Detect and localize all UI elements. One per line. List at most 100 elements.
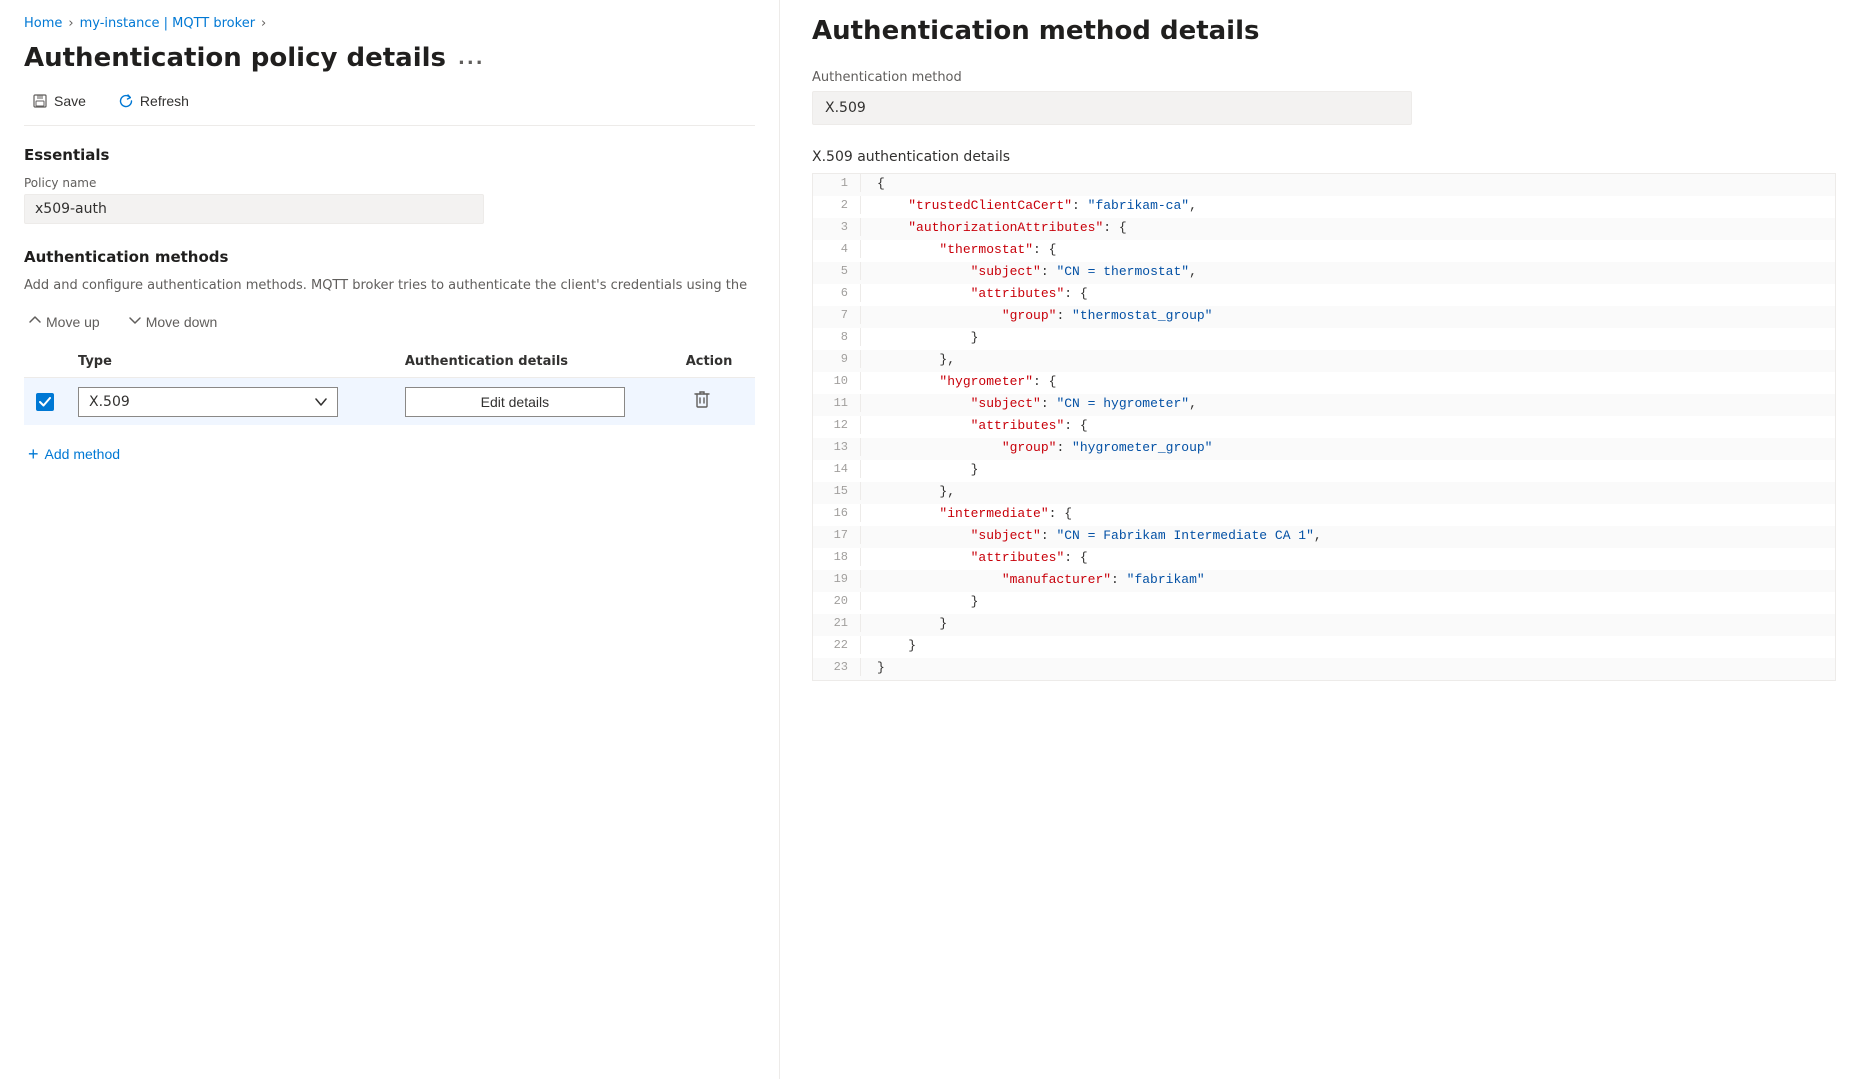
- code-section-title: X.509 authentication details: [812, 149, 1836, 165]
- line-content: "intermediate": {: [877, 504, 1072, 523]
- line-content: "manufacturer": "fabrikam": [877, 570, 1205, 589]
- save-label: Save: [54, 93, 86, 109]
- chevron-down-icon: [315, 394, 327, 410]
- type-dropdown[interactable]: X.509: [78, 387, 338, 417]
- add-method-label: Add method: [45, 446, 121, 462]
- code-line: 4 "thermostat": {: [813, 240, 1835, 262]
- line-number: 14: [813, 460, 861, 478]
- code-line: 13 "group": "hygrometer_group": [813, 438, 1835, 460]
- table-row: X.509 Edit details: [24, 378, 755, 426]
- line-content: "group": "hygrometer_group": [877, 438, 1212, 457]
- refresh-button[interactable]: Refresh: [110, 89, 197, 113]
- auth-methods-description: Add and configure authentication methods…: [24, 278, 755, 293]
- line-number: 21: [813, 614, 861, 632]
- move-toolbar: Move up Move down: [24, 309, 755, 334]
- breadcrumb: Home › my-instance | MQTT broker ›: [24, 16, 755, 31]
- refresh-label: Refresh: [140, 93, 189, 109]
- line-number: 6: [813, 284, 861, 302]
- edit-details-button[interactable]: Edit details: [405, 387, 625, 417]
- row-type-cell: X.509: [66, 378, 393, 426]
- move-down-button[interactable]: Move down: [124, 309, 222, 334]
- code-line: 10 "hygrometer": {: [813, 372, 1835, 394]
- line-content: "attributes": {: [877, 284, 1088, 303]
- auth-method-value: X.509: [812, 91, 1412, 125]
- line-number: 18: [813, 548, 861, 566]
- refresh-icon: [118, 93, 134, 109]
- col-type-header: Type: [66, 346, 393, 378]
- left-panel: Home › my-instance | MQTT broker › Authe…: [0, 0, 780, 1079]
- right-panel-title: Authentication method details: [812, 16, 1836, 46]
- line-number: 5: [813, 262, 861, 280]
- auth-methods-section: Authentication methods Add and configure…: [24, 248, 755, 467]
- code-line: 6 "attributes": {: [813, 284, 1835, 306]
- line-number: 8: [813, 328, 861, 346]
- line-content: }: [877, 636, 916, 655]
- code-line: 18 "attributes": {: [813, 548, 1835, 570]
- code-line: 12 "attributes": {: [813, 416, 1835, 438]
- move-up-button[interactable]: Move up: [24, 309, 104, 334]
- line-content: },: [877, 350, 955, 369]
- line-number: 20: [813, 592, 861, 610]
- line-content: "trustedClientCaCert": "fabrikam-ca",: [877, 196, 1197, 215]
- policy-name-value: x509-auth: [24, 194, 484, 224]
- breadcrumb-home[interactable]: Home: [24, 16, 62, 31]
- line-number: 15: [813, 482, 861, 500]
- line-number: 3: [813, 218, 861, 236]
- line-content: }: [877, 658, 885, 677]
- line-number: 17: [813, 526, 861, 544]
- line-number: 16: [813, 504, 861, 522]
- line-content: "attributes": {: [877, 548, 1088, 567]
- add-icon: +: [28, 445, 39, 463]
- line-number: 1: [813, 174, 861, 192]
- line-number: 2: [813, 196, 861, 214]
- col-action-header: Action: [674, 346, 755, 378]
- line-content: }: [877, 592, 978, 611]
- line-content: }: [877, 328, 978, 347]
- page-title-menu[interactable]: ...: [458, 48, 485, 69]
- page-title-container: Authentication policy details ...: [24, 43, 755, 73]
- line-number: 10: [813, 372, 861, 390]
- row-checkbox-cell[interactable]: [24, 378, 66, 426]
- col-checkbox: [24, 346, 66, 378]
- code-line: 22 }: [813, 636, 1835, 658]
- line-content: "thermostat": {: [877, 240, 1056, 259]
- save-icon: [32, 93, 48, 109]
- row-checkbox[interactable]: [36, 393, 54, 411]
- line-content: "subject": "CN = Fabrikam Intermediate C…: [877, 526, 1322, 545]
- code-line: 14 }: [813, 460, 1835, 482]
- line-content: "attributes": {: [877, 416, 1088, 435]
- breadcrumb-sep-2: ›: [261, 16, 266, 31]
- breadcrumb-instance[interactable]: my-instance | MQTT broker: [80, 16, 255, 31]
- line-content: {: [877, 174, 885, 193]
- row-auth-details-cell: Edit details: [393, 378, 674, 426]
- page-title: Authentication policy details: [24, 43, 446, 73]
- delete-row-button[interactable]: [686, 386, 718, 417]
- line-number: 12: [813, 416, 861, 434]
- line-number: 4: [813, 240, 861, 258]
- line-content: "subject": "CN = hygrometer",: [877, 394, 1197, 413]
- auth-methods-title: Authentication methods: [24, 248, 755, 266]
- move-up-icon: [28, 313, 42, 330]
- save-button[interactable]: Save: [24, 89, 94, 113]
- code-line: 21 }: [813, 614, 1835, 636]
- policy-name-label: Policy name: [24, 176, 755, 190]
- code-line: 2 "trustedClientCaCert": "fabrikam-ca",: [813, 196, 1835, 218]
- code-line: 15 },: [813, 482, 1835, 504]
- line-number: 9: [813, 350, 861, 368]
- right-panel: Authentication method details Authentica…: [780, 0, 1868, 1079]
- line-number: 22: [813, 636, 861, 654]
- line-content: },: [877, 482, 955, 501]
- line-content: }: [877, 460, 978, 479]
- line-content: "subject": "CN = thermostat",: [877, 262, 1197, 281]
- code-line: 1{: [813, 174, 1835, 196]
- code-line: 17 "subject": "CN = Fabrikam Intermediat…: [813, 526, 1835, 548]
- code-line: 11 "subject": "CN = hygrometer",: [813, 394, 1835, 416]
- code-line: 23}: [813, 658, 1835, 680]
- code-line: 7 "group": "thermostat_group": [813, 306, 1835, 328]
- code-line: 19 "manufacturer": "fabrikam": [813, 570, 1835, 592]
- add-method-button[interactable]: + Add method: [24, 441, 124, 467]
- move-up-label: Move up: [46, 314, 100, 330]
- row-action-cell: [674, 378, 755, 426]
- essentials-section: Essentials Policy name x509-auth: [24, 146, 755, 224]
- line-number: 13: [813, 438, 861, 456]
